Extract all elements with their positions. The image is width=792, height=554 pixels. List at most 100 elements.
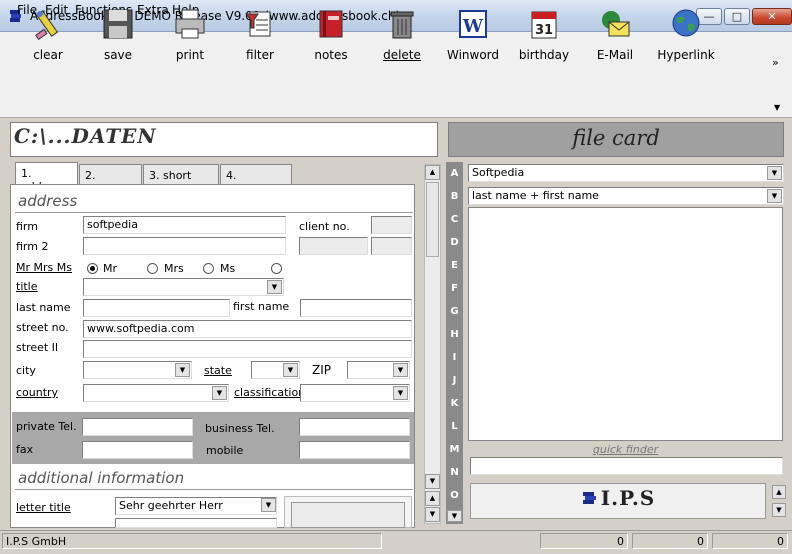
classification-combo[interactable]: ▼ (300, 384, 410, 402)
status-count-3: 0 (712, 533, 788, 549)
tab-short-notes[interactable]: 3. short notes (143, 164, 219, 195)
firm-input[interactable]: softpedia (83, 216, 286, 234)
country-combo[interactable]: ▼ (83, 384, 229, 402)
eraser-pencil-icon (35, 10, 59, 41)
radio-ms[interactable] (203, 263, 214, 274)
state-combo[interactable]: ▼ (251, 361, 300, 379)
firm2-input[interactable] (83, 237, 286, 255)
page-down-icon[interactable]: ▼ (425, 507, 440, 522)
letter-c[interactable]: C (446, 214, 463, 225)
notes-button[interactable]: notes (296, 4, 366, 64)
birthday-button[interactable]: 31 birthday (509, 4, 579, 64)
letter-m[interactable]: M (446, 444, 463, 455)
sort-combo[interactable]: last name + first name ▼ (468, 187, 784, 205)
client-no-label: client no. (299, 220, 350, 233)
private-tel-label: private Tel. (16, 420, 77, 433)
salutation-label: Mr Mrs Ms (16, 261, 72, 274)
letter-h[interactable]: H (446, 329, 463, 340)
page-up-icon[interactable]: ▲ (425, 491, 440, 506)
scroll-down-icon[interactable]: ▼ (425, 474, 440, 489)
filter-button[interactable]: filter (225, 4, 295, 64)
toolbar-scroll-icon[interactable]: ▼ (774, 103, 780, 112)
status-count-2: 0 (632, 533, 708, 549)
quick-finder-label: quick finder (592, 443, 659, 456)
letter-j[interactable]: J (446, 375, 463, 386)
filter-icon (244, 11, 271, 37)
save-button[interactable]: save (83, 4, 153, 64)
scroll-up-icon[interactable]: ▲ (425, 165, 440, 180)
radio-mrs[interactable] (147, 263, 158, 274)
fax-input[interactable] (82, 441, 193, 459)
additional-info-title: additional information (18, 469, 185, 487)
records-list[interactable] (468, 207, 783, 441)
zip-combo[interactable]: ▼ (347, 361, 410, 379)
last-name-input[interactable] (83, 299, 230, 317)
toolbar-overflow-button[interactable]: » (772, 56, 779, 69)
letter-title-combo[interactable]: Sehr geehrter Herr (115, 497, 277, 515)
letter-d[interactable]: D (446, 237, 463, 248)
path-display: C:\...DATEN (14, 124, 157, 148)
letter-f[interactable]: F (446, 283, 463, 294)
delete-button[interactable]: delete (367, 4, 437, 64)
address-scrollbar[interactable]: ▲ ▼ ▲ ▼ (424, 164, 441, 524)
business-tel-input[interactable] (299, 418, 410, 436)
tab-documents[interactable]: 4. documets (220, 164, 292, 195)
tab-address[interactable]: 1. address (15, 162, 78, 193)
radio-other[interactable] (271, 263, 282, 274)
letter-field-2[interactable] (115, 518, 277, 528)
scroll-thumb[interactable] (426, 182, 439, 257)
client-no-input[interactable] (371, 216, 412, 234)
extra-field-2[interactable] (371, 237, 412, 255)
letter-n[interactable]: N (446, 467, 463, 478)
calendar-icon: 31 (531, 11, 557, 39)
floppy-disk-icon (103, 9, 133, 39)
letter-b[interactable]: B (446, 191, 463, 202)
notebook-icon (319, 10, 343, 38)
classification-label: classification (234, 386, 306, 399)
private-tel-input[interactable] (82, 418, 193, 436)
hyperlink-button[interactable]: Hyperlink (651, 4, 721, 64)
letter-i[interactable]: I (446, 352, 463, 363)
chevron-down-icon: ▼ (767, 166, 782, 180)
maximize-button[interactable]: □ (724, 8, 750, 25)
radio-mr[interactable] (87, 263, 98, 274)
database-combo[interactable]: Softpedia ▼ (468, 164, 784, 182)
street-input[interactable]: www.softpedia.com (83, 320, 412, 338)
chevron-down-icon: ▼ (175, 363, 190, 377)
extra-field-1[interactable] (299, 237, 368, 255)
letter-a[interactable]: A (446, 168, 463, 179)
letter-o[interactable]: O (446, 490, 463, 501)
street2-input[interactable] (83, 340, 412, 358)
letter-k[interactable]: K (446, 398, 463, 409)
chevron-down-icon: ▼ (267, 280, 282, 294)
chevron-down-icon: ▼ (283, 363, 298, 377)
quick-finder-input[interactable] (470, 457, 783, 475)
record-down-icon[interactable]: ▼ (772, 503, 786, 517)
firm2-label: firm 2 (16, 240, 49, 253)
letter-g[interactable]: G (446, 306, 463, 317)
title-label: title (16, 280, 38, 293)
record-up-icon[interactable]: ▲ (772, 485, 786, 499)
chevron-down-icon[interactable]: ▼ (261, 498, 276, 512)
print-button[interactable]: print (155, 4, 225, 64)
alphabet-scroll-icon[interactable]: ▼ (447, 510, 462, 522)
country-label: country (16, 386, 59, 399)
city-combo[interactable]: ▼ (83, 361, 192, 379)
winword-button[interactable]: W Winword (438, 4, 508, 64)
tab-contacts[interactable]: 2. contacts (79, 164, 142, 195)
mobile-input[interactable] (299, 441, 410, 459)
title-combo[interactable]: ▼ (83, 278, 284, 296)
radio-mrs-label: Mrs (164, 262, 184, 275)
city-label: city (16, 364, 36, 377)
close-button[interactable]: ✕ (752, 8, 792, 25)
letter-e[interactable]: E (446, 260, 463, 271)
letter-preview-inner (291, 502, 405, 528)
email-button[interactable]: E-Mail (580, 4, 650, 64)
letter-l[interactable]: L (446, 421, 463, 432)
first-name-input[interactable] (300, 299, 412, 317)
section-divider (15, 489, 413, 490)
clear-button[interactable]: clear (13, 4, 83, 64)
svg-text:W: W (462, 16, 484, 37)
fax-label: fax (16, 443, 34, 456)
email-icon (602, 11, 630, 37)
